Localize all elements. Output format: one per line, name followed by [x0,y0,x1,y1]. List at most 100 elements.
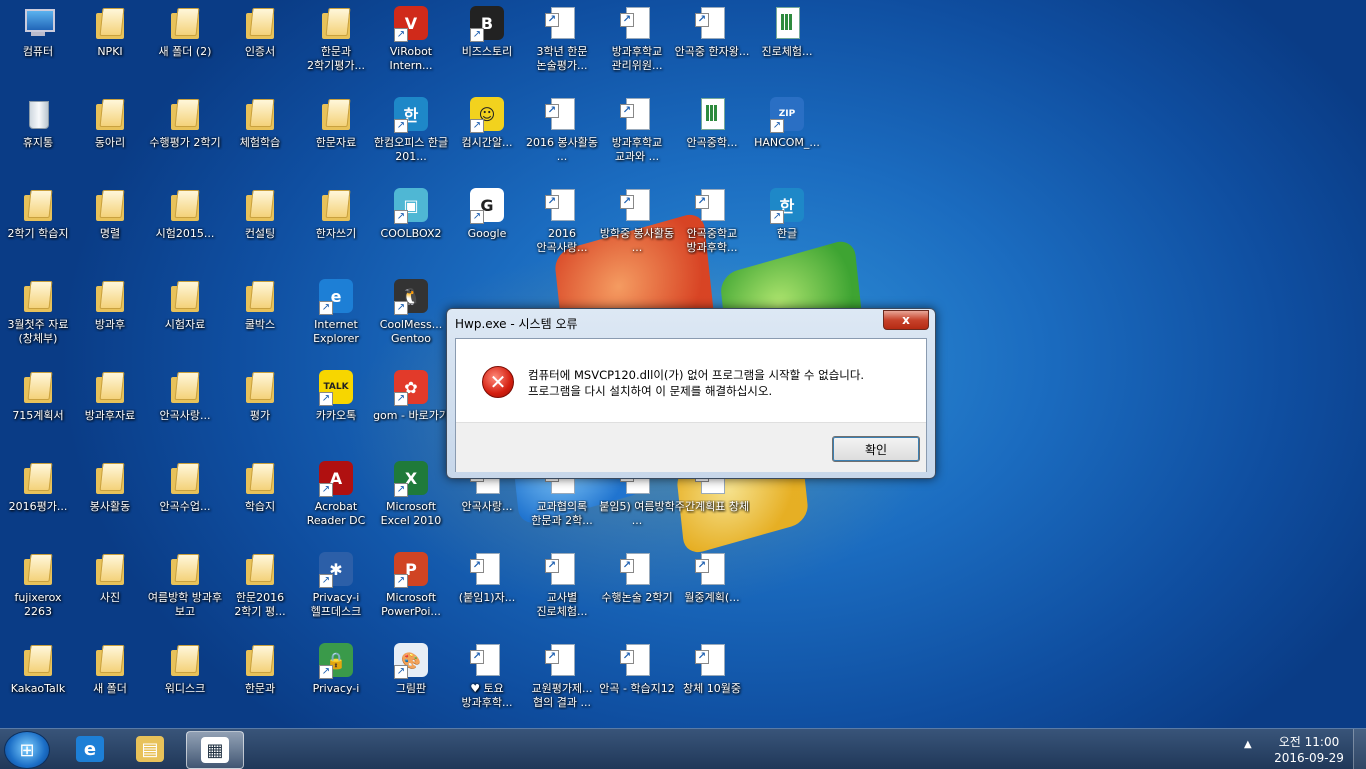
desktop-icon[interactable]: 창체 10월중 [674,639,750,727]
desktop-icon[interactable]: 동아리 [72,93,148,181]
desktop-icon[interactable]: 학습지 [222,457,298,545]
desktop-icon[interactable]: 한한컴오피스 한글 201... [373,93,449,181]
folder-icon [243,461,277,495]
clock-time: 오전 11:00 [1278,735,1340,749]
desktop-icon[interactable]: 방과후학교 관리위원... [599,2,675,90]
desktop-icon-label: 동아리 [94,136,126,149]
desktop-icon[interactable]: (붙임1)자... [449,548,525,636]
desktop-icon[interactable]: 월중계획(... [674,548,750,636]
desktop-icon[interactable]: e Internet Explorer [298,275,374,363]
desktop-icon[interactable]: ZIP HANCOM_... [749,93,825,181]
desktop-icon-label: 붙임5) 여름방학 ... [599,500,675,527]
desktop-icon[interactable]: 방과후학교 교과와 ... [599,93,675,181]
desktop-icon[interactable]: 안곡사랑... [147,366,223,454]
desktop-icon[interactable]: 인증서 [222,2,298,90]
folder-icon [93,6,127,40]
desktop-icon-label: 한문과 [244,682,276,695]
desktop-icon[interactable]: 안곡중 한자왕... [674,2,750,90]
desktop-icon[interactable]: 방과후 [72,275,148,363]
hangul-app-icon: 한 [770,188,804,224]
close-button[interactable]: x [883,310,929,330]
desktop-icon-label: 안곡사랑... [159,409,211,422]
desktop-icon[interactable]: 안곡중학교 방과후학... [674,184,750,272]
desktop-icon[interactable]: 체험학습 [222,93,298,181]
desktop-icon[interactable]: ✱ Privacy-i 헬프데스크 [298,548,374,636]
desktop-icon[interactable]: 시험자료 [147,275,223,363]
desktop-icon[interactable]: 새 폴더 [72,639,148,727]
desktop-icon[interactable]: 2016 안곡사랑... [524,184,600,272]
desktop-icon[interactable]: 워디스크 [147,639,223,727]
desktop-icon[interactable]: 2016평가... [0,457,76,545]
desktop-icon[interactable]: fujixerox 2263 [0,548,76,636]
desktop-icon-label: 컨설팅 [244,227,276,240]
desktop-icon-label: Acrobat Reader DC [306,500,366,527]
folder-icon [168,643,202,677]
show-desktop-button[interactable] [1353,729,1366,769]
desktop-icon[interactable]: 한자쓰기 [298,184,374,272]
ok-button[interactable]: 확인 [832,436,920,462]
desktop-icon[interactable]: 한한글 [749,184,825,272]
desktop-icon[interactable]: 수행논술 2학기 [599,548,675,636]
desktop-icon[interactable]: 안곡중학... [674,93,750,181]
show-hidden-icons-button[interactable]: ▲ [1244,739,1252,750]
desktop-icon[interactable]: A Acrobat Reader DC [298,457,374,545]
desktop-icon[interactable]: 컨설팅 [222,184,298,272]
desktop-icon[interactable]: V ViRobot Intern... [373,2,449,90]
desktop-icon[interactable]: 방과후자료 [72,366,148,454]
desktop-icon[interactable]: 2학기 학습지 [0,184,76,272]
desktop-icon[interactable]: ♥ 토요 방과후학... [449,639,525,727]
desktop-icon[interactable]: TALK 카카오톡 [298,366,374,454]
desktop-icon[interactable]: 3월첫주 자료(창체부) [0,275,76,363]
desktop-icon[interactable]: 컴퓨터 [0,2,76,90]
google-icon-glyph: G [470,188,504,222]
virobot-icon-glyph: V [394,6,428,40]
desktop-icon[interactable]: G Google [449,184,525,272]
desktop-icon[interactable]: 한문자료 [298,93,374,181]
hancom-office-icon: 한 [394,97,428,133]
folder-icon [168,188,202,222]
system-clock[interactable]: 오전 11:00 2016-09-29 [1264,734,1354,766]
desktop-icon[interactable]: 🐧 CoolMess... Gentoo [373,275,449,363]
desktop-icon[interactable]: 사진 [72,548,148,636]
desktop-icon[interactable]: 휴지통 [0,93,76,181]
coolbox-icon-glyph: ▣ [394,188,428,222]
desktop-icon[interactable]: 명렬 [72,184,148,272]
desktop-icon-label: 2학기 학습지 [7,227,69,240]
desktop-icon[interactable]: 한문2016 2학기 평... [222,548,298,636]
windows-start-icon[interactable] [4,731,50,769]
file-explorer-taskbar-button[interactable]: ▤ [122,731,178,767]
desktop-icon[interactable]: 여름방학 방과후 보고 [147,548,223,636]
internet-explorer-taskbar-button[interactable]: e [62,731,118,767]
desktop-icon[interactable]: 3학년 한문 논술평가... [524,2,600,90]
desktop-icon[interactable]: ✿ gom - 바로가기 [373,366,449,454]
desktop-icon[interactable]: 평가 [222,366,298,454]
desktop-icon[interactable]: X Microsoft Excel 2010 [373,457,449,545]
desktop-icon[interactable]: 새 폴더 (2) [147,2,223,90]
desktop-icon-label: 컴퓨터 [22,45,54,58]
desktop-icon[interactable]: 수행평가 2학기 [147,93,223,181]
desktop-icon[interactable]: 안곡수업... [147,457,223,545]
desktop-icon[interactable]: 한문과 [222,639,298,727]
desktop-icon[interactable]: 시험2015... [147,184,223,272]
desktop-icon[interactable]: ▣ COOLBOX2 [373,184,449,272]
desktop-icon[interactable]: ☺ 컴시간알... [449,93,525,181]
desktop-icon[interactable]: 교원평가제... 협의 결과 ... [524,639,600,727]
desktop-icon[interactable]: 🔒 Privacy-i [298,639,374,727]
desktop-icon[interactable]: 진로체험... [749,2,825,90]
desktop-icon[interactable]: 🎨 그림판 [373,639,449,727]
desktop-icon[interactable]: 봉사활동 [72,457,148,545]
folder-icon [21,461,55,495]
desktop-icon[interactable]: 교사별 진로체험... [524,548,600,636]
desktop-icon[interactable]: 방학중 봉사활동 ... [599,184,675,272]
folder-icon [243,97,277,131]
desktop-icon[interactable]: 쿨박스 [222,275,298,363]
desktop-icon[interactable]: 안곡 - 학습지12 [599,639,675,727]
desktop-icon[interactable]: KakaoTalk [0,639,76,727]
hwp-window-taskbar-button[interactable]: ▦ [186,731,244,769]
desktop-icon[interactable]: P Microsoft PowerPoi... [373,548,449,636]
desktop-icon[interactable]: NPKI [72,2,148,90]
desktop-icon[interactable]: B 비즈스토리 [449,2,525,90]
desktop-icon[interactable]: 715계획서 [0,366,76,454]
desktop-icon[interactable]: 2016 봉사활동 ... [524,93,600,181]
desktop-icon[interactable]: 한문과 2학기평가... [298,2,374,90]
